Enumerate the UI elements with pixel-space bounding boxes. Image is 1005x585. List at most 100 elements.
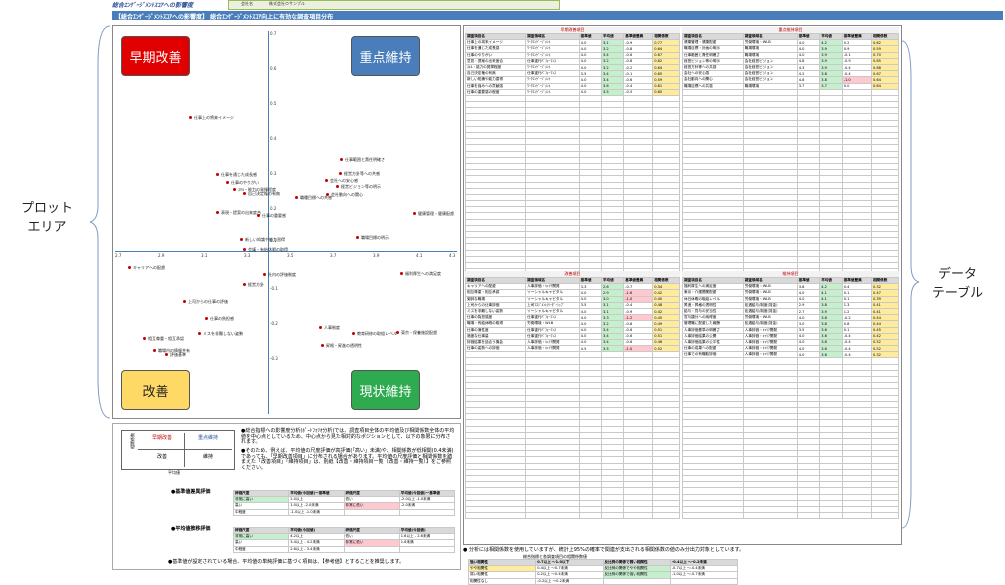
data-point bbox=[356, 236, 359, 239]
data-point bbox=[321, 344, 324, 347]
legend-note-2: ●そのため、例えば、平均値の尺度評価が高評価(「高い」未満)や、相関係数が低相関… bbox=[241, 448, 454, 471]
data-point-label: 経営方針 bbox=[248, 282, 264, 287]
banner-text: 【総合ｴﾝｹﾞｰｼﾞﾒﾝﾄｽｺｱへの影響度】 総合ｴﾝｹﾞｰｼﾞﾒﾝﾄｽｺｱ向上… bbox=[115, 14, 334, 21]
data-point-label: 仕事のやりがい bbox=[231, 180, 259, 185]
plot-area-callout: プロット エリア bbox=[6, 197, 88, 235]
x-tick-label: 4.3 bbox=[449, 253, 456, 258]
app-title: 総合ｴﾝｹﾞｰｼﾞﾒﾝﾄｽｺｱへの影響度 bbox=[112, 2, 194, 9]
maintain-table: 調査項目名 調査領域名 基準値 平均値 基準値差異 相関係数 福利厚生への満足度 労働環境・W… bbox=[682, 276, 900, 520]
table-cell: 中程度 bbox=[232, 508, 290, 516]
data-point-label: 仕事の負担感 bbox=[210, 316, 234, 321]
x-tick-label: 4.1 bbox=[416, 253, 423, 258]
table-row bbox=[682, 512, 900, 520]
data-point bbox=[257, 214, 260, 217]
table-row bbox=[464, 512, 680, 520]
mini-focus: 重点維持 bbox=[197, 435, 218, 441]
quadrant-focus-maintain: 重点維持 bbox=[351, 36, 420, 76]
y-tick-label: 0.6 bbox=[270, 66, 277, 71]
quadrant-improve-label: 改善 bbox=[142, 384, 169, 400]
table-cell bbox=[870, 512, 900, 520]
mini-early: 早期改善 bbox=[151, 435, 172, 441]
plot-area-callout-text: プロット エリア bbox=[20, 201, 73, 235]
table-row: 中程度 2.6以上 - 3.4未満 bbox=[232, 545, 456, 553]
table-cell bbox=[819, 512, 843, 520]
mini-xaxis-label: 平均値 bbox=[168, 470, 180, 475]
y-tick-label: -0.1 bbox=[270, 286, 278, 291]
data-point bbox=[189, 116, 192, 119]
top-header: 総合ｴﾝｹﾞｰｼﾞﾒﾝﾄｽｺｱへの影響度 会社名 株式会社Ｏサンプル bbox=[0, 0, 1005, 11]
bottom-note: ● 分析には相関係数を使用していますが、統計上95%の確率で関連が支出される相関… bbox=[463, 547, 745, 553]
quadrant-maintain: 現状維持 bbox=[351, 370, 420, 410]
table-cell bbox=[464, 512, 527, 520]
mini-improve: 改善 bbox=[156, 454, 167, 460]
x-tick-label: 3.3 bbox=[244, 253, 251, 258]
table-cell bbox=[398, 508, 456, 516]
data-point-label: 仕事上の将来イメージ bbox=[194, 115, 234, 120]
data-point-label: 教育研修の取組レベル bbox=[357, 331, 397, 336]
data-point-label: 相互尊重・相互承認 bbox=[148, 336, 184, 341]
mini-maintain: 維持 bbox=[202, 454, 213, 460]
data-point bbox=[183, 300, 186, 303]
plot-area-bracket bbox=[89, 25, 111, 419]
quadrant-focus-label: 重点維持 bbox=[359, 50, 412, 66]
table-cell bbox=[600, 512, 625, 520]
table-cell bbox=[343, 545, 400, 553]
table-cell bbox=[398, 545, 456, 553]
table-cell bbox=[578, 512, 602, 520]
company-field-value: 株式会社Ｏサンプル bbox=[269, 1, 305, 6]
y-tick-label: 0.2 bbox=[270, 206, 277, 211]
mini-divider-h bbox=[138, 449, 232, 450]
scale2-table: 評価尺度 平均値(今回値) 評価尺度 平均値(今回値) 非常に高い 4.2以上 低い 1.6以… bbox=[232, 526, 456, 553]
data-table-bracket bbox=[901, 40, 920, 529]
quadrant-maintain-label: 現状維持 bbox=[359, 384, 412, 400]
data-point-label: 経営方針等への共感 bbox=[344, 171, 380, 176]
data-point bbox=[325, 179, 328, 182]
data-point bbox=[352, 332, 355, 335]
data-point-label: 会議・有給休暇の取得 bbox=[248, 247, 288, 252]
data-point bbox=[340, 158, 343, 161]
table-cell bbox=[652, 512, 680, 520]
table-cell bbox=[623, 512, 654, 520]
y-tick-label: 0.3 bbox=[270, 171, 277, 176]
quadrant-early-label: 早期改善 bbox=[129, 50, 182, 66]
data-point-label: キャリアへの配慮 bbox=[133, 265, 165, 270]
y-tick-label: 0.7 bbox=[270, 31, 277, 36]
data-point bbox=[216, 173, 219, 176]
data-point-label: 経営ビジョン等の明示 bbox=[341, 184, 381, 189]
data-table-callout: データ テーブル bbox=[915, 263, 1000, 301]
data-point bbox=[295, 196, 298, 199]
table-cell bbox=[602, 577, 671, 585]
scale1-table: 評価尺度 平均値(今回値)ー基準値 評価尺度 平均値(今回値)ー基準値 非常に高い 2.0… bbox=[232, 489, 456, 516]
x-tick-label: 3.9 bbox=[373, 253, 380, 258]
data-point-label: 仕事範囲と責任明確さ bbox=[345, 157, 385, 162]
data-point bbox=[153, 349, 156, 352]
legend-footnote: ●基準値が設定されている場合、平均値の単純評価に基づく項目は、【参考値】とするこ… bbox=[168, 559, 405, 565]
table-cell bbox=[669, 577, 739, 585]
data-point-label: 会社動向への関心 bbox=[331, 192, 363, 197]
data-point bbox=[240, 238, 243, 241]
data-point-label: 表現・提案の出来度合 bbox=[221, 210, 261, 215]
data-point-label: 職種目標への共感 bbox=[300, 195, 332, 200]
plot-area: 早期改善 重点維持 改善 現状維持 2.7 2.9 3.1 3.3 3.5 3.7 3.9 4… bbox=[112, 25, 461, 419]
y-tick-label: 0.5 bbox=[270, 101, 277, 106]
improve-table: 調査項目名 調査領域名 基準値 平均値 基準値差異 相関係数 キャリアへの配慮 人事評価・ｷｬ… bbox=[464, 276, 680, 520]
quadrant-improve: 改善 bbox=[121, 370, 190, 410]
mini-quadrant: 相関係数 早期改善 重点維持 改善 維持 bbox=[121, 430, 235, 470]
x-tick-label: 2.7 bbox=[115, 253, 122, 258]
data-point bbox=[128, 266, 131, 269]
data-point-label: ミスを非難しない姿勢 bbox=[203, 331, 243, 336]
data-point bbox=[400, 272, 403, 275]
table-cell bbox=[841, 512, 872, 520]
banner: 【総合ｴﾝｹﾞｰｼﾞﾒﾝﾄｽｺｱへの影響度】 総合ｴﾝｹﾞｰｼﾞﾒﾝﾄｽｺｱ向上… bbox=[112, 11, 1003, 21]
table-cell bbox=[742, 512, 798, 520]
data-point-label: 人事制度 bbox=[324, 325, 340, 330]
early-improvement-table: 調査項目名 調査領域名 基準値 平均値 基準値差異 相関係数 仕事上の将来イメージ ﾜｰｸｴﾝ… bbox=[464, 32, 680, 282]
data-point bbox=[216, 211, 219, 214]
data-table-callout-text: データ テーブル bbox=[931, 267, 984, 301]
data-point bbox=[413, 212, 416, 215]
data-point bbox=[319, 326, 322, 329]
data-point-label: 職場目標の明示 bbox=[361, 235, 389, 240]
quadrant-early-improvement: 早期改善 bbox=[121, 36, 190, 76]
data-point-label: 職場内の情報共有 bbox=[158, 348, 190, 353]
table-cell: -1.0以上 -1.0未満 bbox=[288, 508, 345, 516]
